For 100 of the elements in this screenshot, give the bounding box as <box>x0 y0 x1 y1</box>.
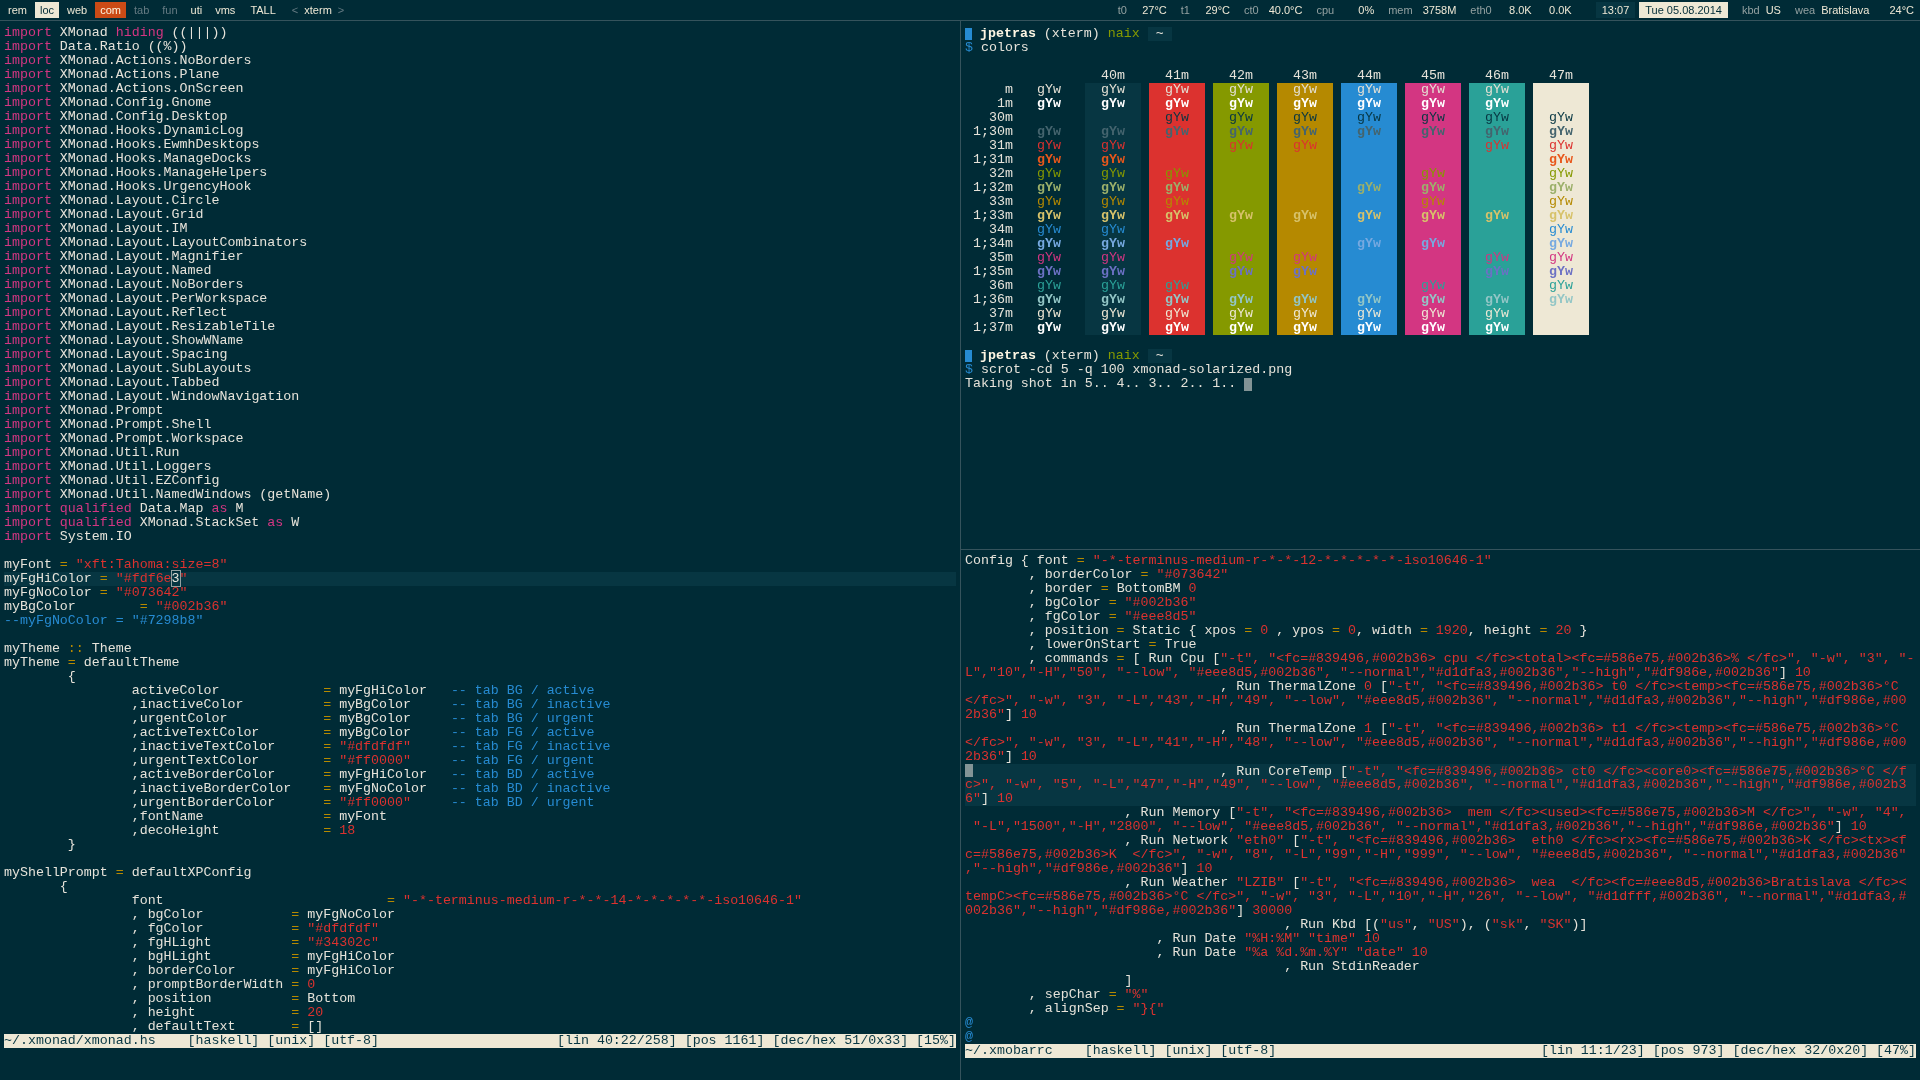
sample-text: gYw <box>1165 97 1189 111</box>
code-line: ,urgentTextColor = "#ff0000" -- tab FG / urgent <box>130 754 595 768</box>
sample-text: gYw <box>1165 307 1189 321</box>
sample-text: gYw <box>1165 279 1189 293</box>
code-line: import XMonad.Layout.ResizableTile <box>4 320 276 334</box>
sample-text: gYw <box>1549 181 1573 195</box>
sample-text: gYw <box>1101 139 1125 153</box>
code-line: myFont = "xft:Tahoma:size=8" <box>4 558 228 572</box>
sample-text: gYw <box>1229 125 1253 139</box>
code-line: myBgColor = "#002b36" <box>4 600 228 614</box>
sample-text: gYw <box>1101 153 1125 167</box>
code-line: import XMonad.Actions.Plane <box>4 68 220 82</box>
column-header: 41m <box>1164 69 1190 83</box>
sample-text: gYw <box>1101 167 1125 181</box>
code-line: import XMonad.Layout.Named <box>4 264 212 278</box>
stat-value: 27°C <box>1141 2 1167 18</box>
sample-text: gYw <box>1101 265 1125 279</box>
sample-text: gYw <box>1549 265 1573 279</box>
sample-text: gYw <box>1549 111 1573 125</box>
code-line: , lowerOnStart = True <box>1027 638 1197 652</box>
sample-text: gYw <box>1421 237 1445 251</box>
workspace-tab[interactable]: uti <box>185 2 208 18</box>
workspace-tab[interactable]: vms <box>210 2 241 18</box>
sample-text: gYw <box>1101 83 1125 97</box>
sample-text: gYw <box>1037 265 1061 279</box>
code-line: , Run Memory ["-t", "<fc=#839496,#002b36> mem </fc><used><fc=#586e75,#002b36>M </fc>", "-w", "4", <box>1123 806 1907 820</box>
row-label: 1;33m <box>973 209 1013 223</box>
sample-text: gYw <box>1165 167 1189 181</box>
code-line: --myFgNoColor = "#7298b8" <box>4 614 204 628</box>
sample-text: gYw <box>1421 195 1445 209</box>
stat-value: Bratislava <box>1821 2 1870 18</box>
code-line: ,activeBorderColor = myFgHiColor -- tab BD / active <box>130 768 595 782</box>
row-label: 1;30m <box>973 125 1013 139</box>
sample-text: gYw <box>1357 237 1381 251</box>
workspace-tab[interactable]: loc <box>34 2 59 18</box>
sample-text: gYw <box>1357 111 1381 125</box>
stat-value: 24°C <box>1889 2 1914 18</box>
sample-text: gYw <box>1229 265 1253 279</box>
terminal-name: (xterm) <box>1043 27 1100 41</box>
sample-text: gYw <box>1101 307 1125 321</box>
stat-label: ct0 <box>1244 2 1259 18</box>
stat-label: cpu <box>1316 2 1335 18</box>
code-line: L","10","-H","50", "--low", "#eee8d5,#002b36", "--normal","#d1dfa3,#002b36","--high","#df986e,#002b36"] 10 <box>965 666 1811 680</box>
code-line: , Run ThermalZone 0 ["-t", "<fc=#839496,#002b36> t0 </fc><temp><fc=#586e75,#002b36>°C <box>1219 680 1899 694</box>
sample-text: gYw <box>1165 125 1189 139</box>
row-label: 1;34m <box>973 237 1013 251</box>
column-header: 43m <box>1292 69 1318 83</box>
workspace-tab[interactable]: com <box>95 2 126 18</box>
column-header: 47m <box>1548 69 1574 83</box>
sample-text: gYw <box>1485 111 1509 125</box>
file-info: ~/.xmobarrc [haskell] [unix] [utf-8] <box>965 1044 1277 1058</box>
code-line: , Run Network "eth0" ["-t", "<fc=#839496,#002b36> eth0 </fc><rx><fc=#586e75,#002b36>K </fc><tx><f <box>1123 834 1907 848</box>
code-line: , border = BottomBM 0 <box>1027 582 1197 596</box>
workspace-tab[interactable]: web <box>62 2 93 18</box>
sample-text: gYw <box>1101 223 1125 237</box>
code-line: c=#586e75,#002b36>K </fc>", "-w", "8", "-L","99","-H","999", "--low", "#eee8d5,#002b36", "--normal","#d1dfa3,#002b36" <box>965 848 1907 862</box>
user-name: jpetras <box>980 349 1036 363</box>
code-line: ,decoHeight = 18 <box>130 824 356 838</box>
code-line: import XMonad.Layout.WindowNavigation <box>4 390 300 404</box>
sample-text: gYw <box>1229 251 1253 265</box>
sample-text: gYw <box>1421 125 1445 139</box>
sample-text: gYw <box>1037 97 1061 111</box>
sample-text: gYw <box>1229 321 1253 335</box>
sample-text: gYw <box>1485 125 1509 139</box>
workspace-tab[interactable]: rem <box>3 2 32 18</box>
sample-text: gYw <box>1165 181 1189 195</box>
code-line: ,fontName = myFont <box>130 810 388 824</box>
code-line: ,inactiveColor = myBgColor -- tab BG / inactive <box>130 698 611 712</box>
sample-text: gYw <box>1229 97 1253 111</box>
code-line: import XMonad.Layout.Magnifier <box>4 250 244 264</box>
stat-value: 40.0°C <box>1268 2 1303 18</box>
code-line: import XMonad.Actions.NoBorders <box>4 54 252 68</box>
sample-text: gYw <box>1293 307 1317 321</box>
sample-text: gYw <box>1101 209 1125 223</box>
stat-label: mem <box>1388 2 1413 18</box>
row-label: 1;32m <box>973 181 1013 195</box>
code-line: import XMonad.Actions.OnScreen <box>4 82 244 96</box>
row-label: 1;35m <box>973 265 1013 279</box>
sample-text: gYw <box>1549 139 1573 153</box>
code-line: import XMonad.Layout.PerWorkspace <box>4 292 268 306</box>
sample-text: gYw <box>1101 293 1125 307</box>
sample-text: gYw <box>1037 279 1061 293</box>
host-name: naix <box>1107 27 1140 41</box>
code-line: import XMonad.Util.Loggers <box>4 460 212 474</box>
sample-text: gYw <box>1421 307 1445 321</box>
sample-text: gYw <box>1037 181 1061 195</box>
sample-text: gYw <box>1549 251 1573 265</box>
column-header: 42m <box>1228 69 1254 83</box>
sample-text: gYw <box>1037 307 1061 321</box>
sample-text: gYw <box>1549 223 1573 237</box>
directory-label: ~ <box>1147 27 1172 41</box>
sample-text: gYw <box>1101 97 1125 111</box>
code-line: import qualified XMonad.StackSet as W <box>4 516 300 530</box>
terminal-name: (xterm) <box>1043 349 1100 363</box>
cursor-position: [lin 11:1/23] [pos 973] [dec/hex 32/0x20] [47%] <box>1540 1044 1916 1058</box>
sample-text: gYw <box>1293 321 1317 335</box>
stat-label: t0 <box>1117 2 1127 18</box>
sample-text: gYw <box>1229 293 1253 307</box>
code-line: , borderColor = "#073642" <box>1027 568 1229 582</box>
sample-text: gYw <box>1357 321 1381 335</box>
